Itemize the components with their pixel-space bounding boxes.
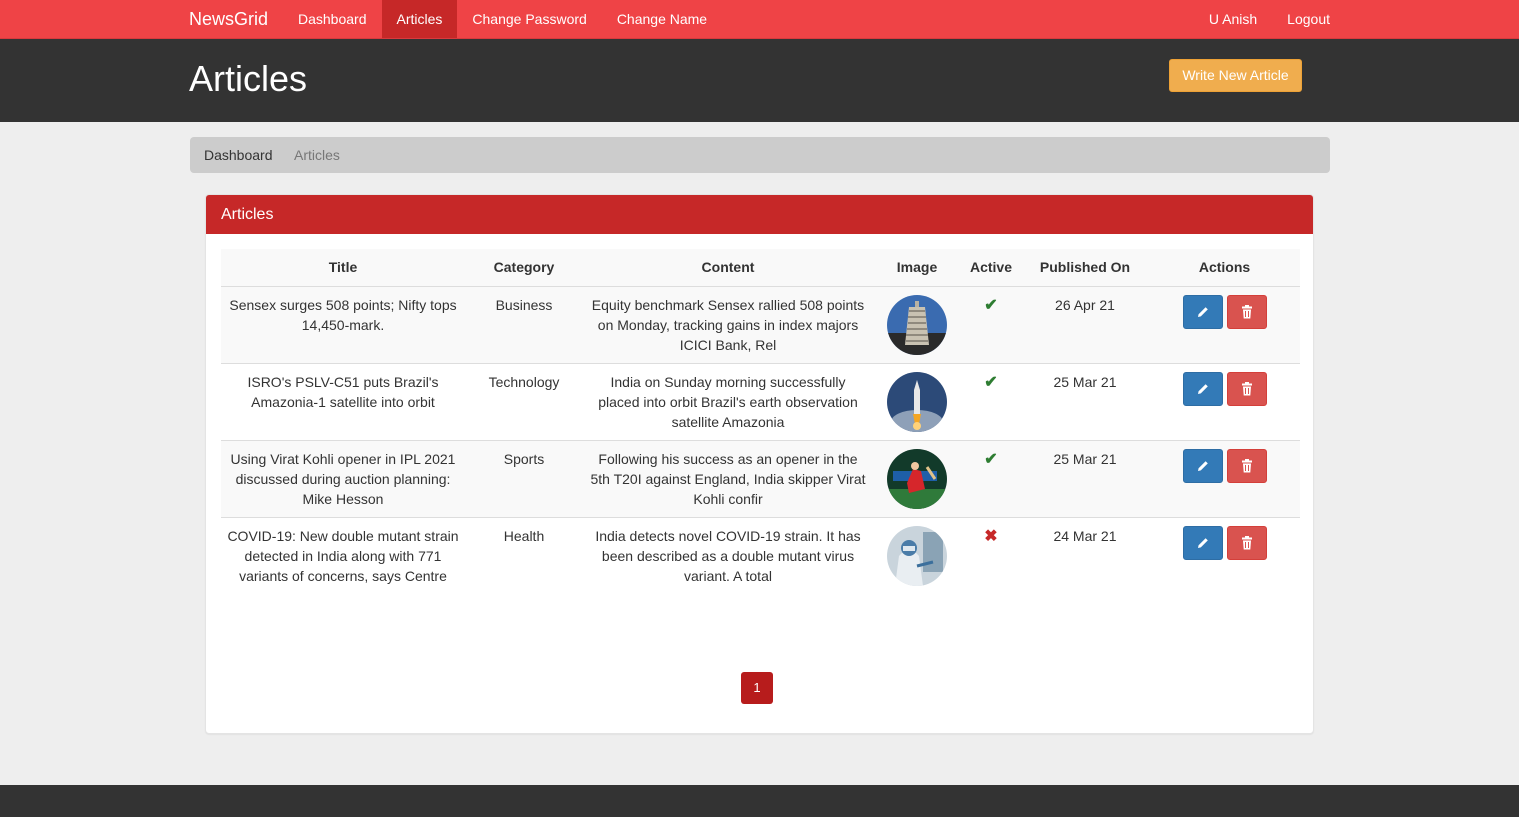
trash-icon	[1241, 381, 1252, 395]
check-icon: ✔	[984, 373, 998, 391]
table-row: Using Virat Kohli opener in IPL 2021 dis…	[221, 439, 1300, 517]
pencil-icon	[1197, 306, 1208, 317]
trash-icon	[1241, 458, 1252, 472]
cell-content: Equity benchmark Sensex rallied 508 poin…	[583, 285, 873, 363]
col-title: Title	[221, 249, 465, 287]
top-navbar: NewsGrid Dashboard Articles Change Passw…	[0, 0, 1519, 39]
col-category: Category	[465, 249, 583, 287]
edit-button[interactable]	[1182, 294, 1223, 329]
cell-category: Sports	[465, 439, 583, 517]
article-thumbnail-sensex	[887, 294, 947, 355]
breadcrumb: Dashboard Articles	[190, 137, 1330, 173]
cell-published: 25 Mar 21	[1021, 439, 1149, 517]
edit-button[interactable]	[1182, 371, 1223, 406]
pencil-icon	[1197, 383, 1208, 394]
cell-title: Using Virat Kohli opener in IPL 2021 dis…	[221, 439, 465, 517]
pagination-page-1[interactable]: 1	[741, 672, 773, 704]
table-row: ISRO's PSLV-C51 puts Brazil's Amazonia-1…	[221, 362, 1300, 440]
col-actions: Actions	[1149, 249, 1300, 287]
cell-content: India detects novel COVID-19 strain. It …	[583, 516, 873, 613]
trash-icon	[1241, 535, 1252, 549]
cell-category: Health	[465, 516, 583, 613]
edit-button[interactable]	[1182, 525, 1223, 560]
articles-panel: Articles Title Category Content Image Ac…	[205, 194, 1314, 734]
cell-category: Technology	[465, 362, 583, 440]
cell-category: Business	[465, 285, 583, 363]
article-thumbnail-cricket	[887, 448, 947, 509]
page-footer	[0, 785, 1519, 817]
delete-button[interactable]	[1226, 525, 1267, 560]
table-header-row: Title Category Content Image Active Publ…	[221, 249, 1300, 287]
cell-title: ISRO's PSLV-C51 puts Brazil's Amazonia-1…	[221, 362, 465, 440]
cell-content: Following his success as an opener in th…	[583, 439, 873, 517]
breadcrumb-dashboard[interactable]: Dashboard	[204, 137, 273, 173]
cell-title: Sensex surges 508 points; Nifty tops 14,…	[221, 285, 465, 363]
article-thumbnail-rocket	[887, 371, 947, 432]
nav-dashboard[interactable]: Dashboard	[283, 0, 382, 38]
col-active: Active	[961, 249, 1021, 287]
articles-table: Title Category Content Image Active Publ…	[221, 249, 1300, 613]
page-header: Articles Write New Article	[0, 39, 1519, 122]
cell-published: 24 Mar 21	[1021, 516, 1149, 613]
page-title: Articles	[189, 58, 308, 99]
col-published: Published On	[1021, 249, 1149, 287]
check-icon: ✔	[984, 296, 998, 314]
nav-articles[interactable]: Articles	[381, 0, 458, 38]
write-new-article-button[interactable]: Write New Article	[1169, 59, 1302, 92]
cross-icon: ✖	[984, 527, 998, 545]
trash-icon	[1241, 304, 1252, 318]
delete-button[interactable]	[1226, 371, 1267, 406]
brand-logo[interactable]: NewsGrid	[189, 0, 268, 38]
nav-change-name[interactable]: Change Name	[602, 0, 722, 38]
pencil-icon	[1197, 537, 1208, 548]
cell-content: India on Sunday morning successfully pla…	[583, 362, 873, 440]
cell-title: COVID-19: New double mutant strain detec…	[221, 516, 465, 613]
delete-button[interactable]	[1226, 294, 1267, 329]
delete-button[interactable]	[1226, 448, 1267, 483]
col-image: Image	[873, 249, 961, 287]
cell-published: 25 Mar 21	[1021, 362, 1149, 440]
col-content: Content	[583, 249, 873, 287]
breadcrumb-articles: Articles	[294, 147, 340, 163]
article-thumbnail-lab	[887, 525, 947, 586]
pencil-icon	[1197, 460, 1208, 471]
check-icon: ✔	[984, 450, 998, 468]
cell-published: 26 Apr 21	[1021, 285, 1149, 363]
edit-button[interactable]	[1182, 448, 1223, 483]
table-row: Sensex surges 508 points; Nifty tops 14,…	[221, 285, 1300, 363]
nav-user[interactable]: U Anish	[1194, 0, 1272, 38]
table-row: COVID-19: New double mutant strain detec…	[221, 516, 1300, 613]
panel-title: Articles	[206, 195, 1313, 234]
nav-logout[interactable]: Logout	[1272, 0, 1345, 38]
nav-change-password[interactable]: Change Password	[457, 0, 601, 38]
